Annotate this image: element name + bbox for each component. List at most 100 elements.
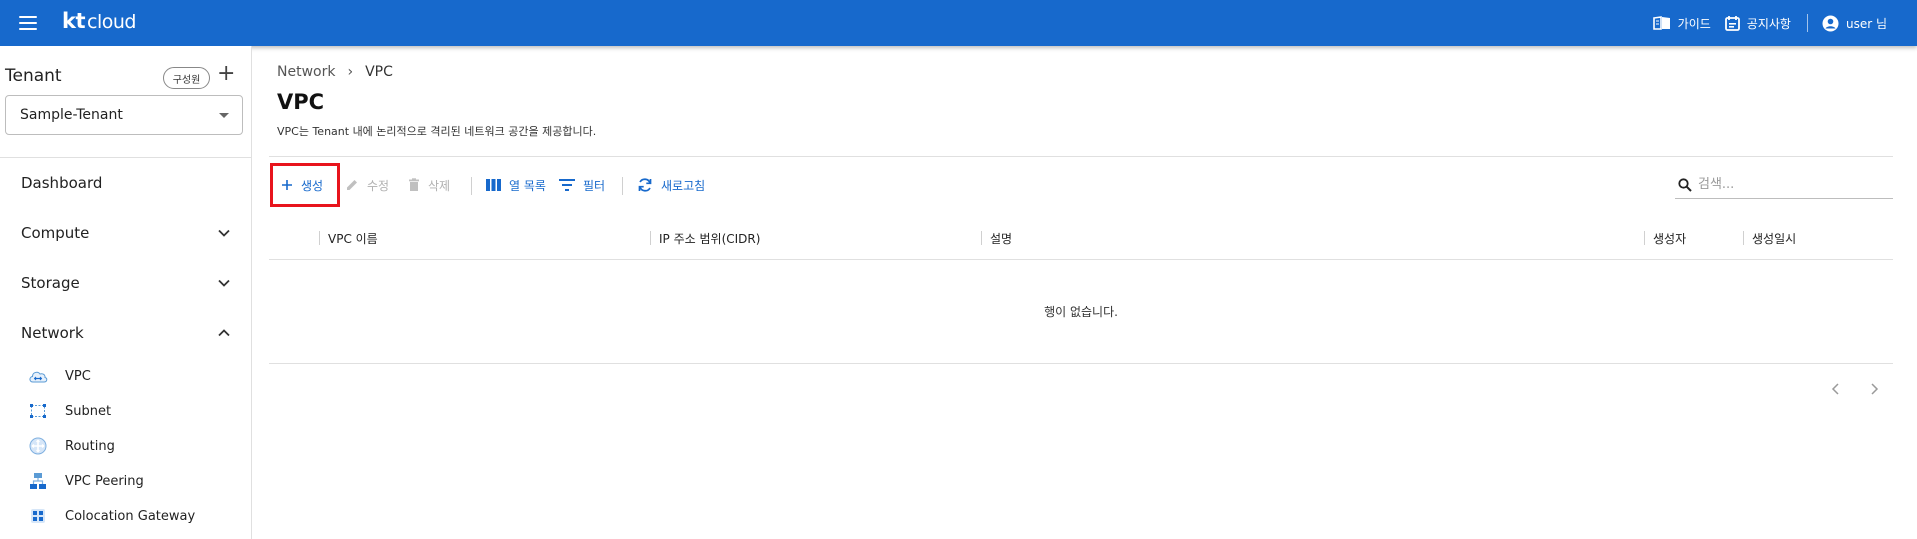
column-header-vpc-name[interactable]: VPC 이름 [319, 216, 378, 260]
refresh-label: 새로고침 [661, 178, 706, 193]
routing-icon [28, 437, 48, 455]
pencil-icon [347, 180, 357, 190]
guide-label: 가이드 [1677, 16, 1711, 31]
logo-kt: kt [62, 9, 86, 33]
chevron-up-icon [218, 329, 230, 337]
edit-button[interactable]: 수정 [345, 163, 389, 207]
breadcrumb-current: VPC [365, 64, 393, 80]
content-divider [269, 156, 1893, 157]
delete-label: 삭제 [428, 178, 451, 193]
filter-icon [559, 179, 575, 191]
breadcrumb: Network › VPC [277, 64, 393, 80]
tenant-label: Tenant [5, 66, 62, 86]
subnet-icon [28, 402, 48, 420]
sidebar-divider [0, 157, 251, 158]
notice-link[interactable]: 공지사항 [1724, 15, 1791, 32]
logo-cloud: cloud [87, 11, 136, 33]
page-title: VPC [277, 90, 325, 114]
guide-link[interactable]: 가이드 [1652, 15, 1711, 32]
sidebar-subitem-subnet[interactable]: Subnet [28, 402, 238, 420]
kt-cloud-logo[interactable]: kt cloud [62, 9, 136, 33]
refresh-icon [638, 178, 652, 192]
top-bar: kt cloud 가이드 공지사항 user 님 [0, 0, 1917, 46]
sidebar-item-label: Compute [21, 224, 90, 242]
chevron-down-icon [218, 279, 230, 287]
sidebar-subitem-colocation-gateway[interactable]: Colocation Gateway [28, 507, 238, 525]
sidebar-subitem-vpc-peering[interactable]: VPC Peering [28, 472, 238, 490]
column-separator [319, 231, 320, 245]
column-header-description[interactable]: 설명 [981, 216, 1012, 260]
user-label: user 님 [1845, 16, 1887, 31]
column-separator [650, 231, 651, 245]
trash-icon [409, 178, 419, 191]
column-header-cidr[interactable]: IP 주소 범위(CIDR) [650, 216, 760, 260]
column-header-label: 생성일시 [1752, 231, 1797, 246]
chevron-down-icon [218, 229, 230, 237]
peering-icon [28, 472, 48, 490]
sidebar-subitem-label: Subnet [65, 403, 112, 419]
sidebar-subitem-label: Colocation Gateway [65, 508, 196, 524]
tenant-select-value: Sample-Tenant [20, 107, 123, 123]
column-separator [1644, 231, 1645, 245]
sidebar-subitem-routing[interactable]: Routing [28, 437, 238, 455]
create-button[interactable]: 생성 [281, 163, 323, 207]
column-header-label: 설명 [990, 231, 1013, 246]
sidebar-item-label: Dashboard [21, 174, 103, 192]
header-divider [1806, 14, 1808, 32]
search-input[interactable] [1698, 177, 1878, 192]
add-tenant-icon[interactable]: + [217, 63, 235, 85]
sidebar-subitem-vpc[interactable]: VPC [28, 367, 238, 385]
sidebar: Tenant 구성원 + Sample-Tenant Dashboard Com… [0, 46, 252, 539]
delete-button[interactable]: 삭제 [408, 163, 450, 207]
columns-button[interactable]: 열 목록 [486, 163, 546, 207]
column-separator [981, 231, 982, 245]
column-header-created-at[interactable]: 생성일시 [1743, 216, 1796, 260]
table-header: VPC 이름 IP 주소 범위(CIDR) 설명 생성자 생성일시 [269, 216, 1893, 260]
gateway-icon [28, 507, 48, 525]
caret-down-icon [219, 113, 229, 118]
column-separator [1743, 231, 1744, 245]
book-icon [1652, 16, 1670, 30]
column-header-label: VPC 이름 [328, 231, 378, 246]
edit-label: 수정 [367, 178, 390, 193]
empty-table-message: 행이 없습니다. [269, 260, 1893, 364]
chevron-left-icon [1831, 383, 1839, 395]
sidebar-item-storage[interactable]: Storage [21, 274, 231, 292]
sidebar-subitem-label: VPC [65, 368, 91, 384]
sidebar-item-label: Storage [21, 274, 80, 292]
member-button[interactable]: 구성원 [163, 67, 210, 89]
search-icon [1678, 177, 1692, 192]
columns-icon [486, 179, 501, 191]
tenant-select[interactable]: Sample-Tenant [5, 95, 243, 135]
notice-label: 공지사항 [1746, 16, 1791, 31]
filter-label: 필터 [583, 178, 606, 193]
menu-icon[interactable] [18, 13, 38, 33]
sidebar-item-dashboard[interactable]: Dashboard [21, 174, 231, 192]
toolbar-divider [471, 177, 472, 195]
toolbar-divider [622, 177, 623, 195]
sidebar-item-compute[interactable]: Compute [21, 224, 231, 242]
calendar-icon [1724, 16, 1740, 31]
previous-page-button[interactable] [1827, 380, 1845, 398]
filter-button[interactable]: 필터 [559, 163, 605, 207]
user-menu[interactable]: user 님 [1822, 15, 1887, 32]
create-label: 생성 [301, 178, 324, 193]
columns-label: 열 목록 [509, 178, 546, 193]
account-icon [1822, 15, 1839, 31]
plus-icon [282, 180, 292, 190]
search-box[interactable] [1675, 171, 1893, 199]
chevron-right-icon [1871, 383, 1879, 395]
toolbar: 생성 수정 삭제 열 목록 필터 새로고침 [269, 163, 1893, 207]
column-header-creator[interactable]: 생성자 [1644, 216, 1686, 260]
cloud-icon [28, 367, 48, 385]
breadcrumb-separator-icon: › [347, 64, 354, 80]
sidebar-subitem-label: Routing [65, 438, 115, 454]
column-header-label: 생성자 [1653, 231, 1687, 246]
refresh-button[interactable]: 새로고침 [637, 163, 705, 207]
column-header-label: IP 주소 범위(CIDR) [659, 231, 761, 246]
next-page-button[interactable] [1865, 380, 1883, 398]
page-description: VPC는 Tenant 내에 논리적으로 격리된 네트워크 공간을 제공합니다. [277, 125, 597, 138]
sidebar-item-network[interactable]: Network [21, 324, 231, 342]
breadcrumb-network[interactable]: Network [277, 64, 335, 80]
sidebar-item-label: Network [21, 324, 84, 342]
